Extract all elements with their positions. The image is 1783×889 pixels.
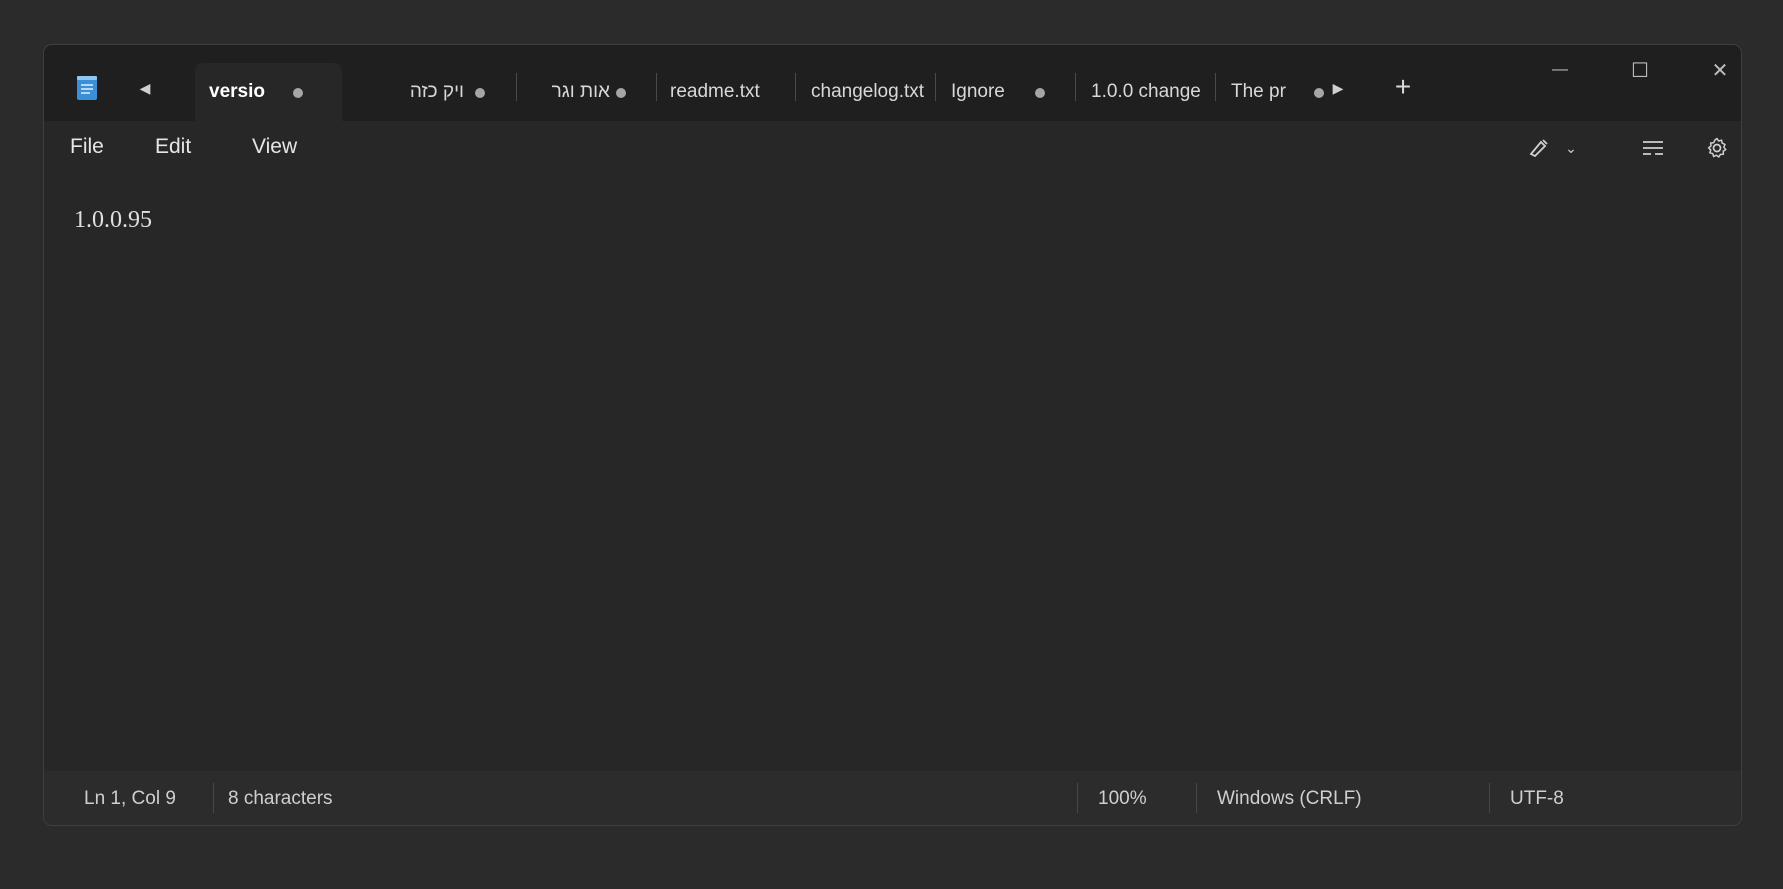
tab-1-0-0-change[interactable]: 1.0.0 change xyxy=(1077,63,1213,123)
tab-label: changelog.txt xyxy=(811,81,925,102)
close-button[interactable]: ✕ xyxy=(1700,55,1740,85)
tab-changelog[interactable]: changelog.txt xyxy=(797,63,933,123)
zoom-level[interactable]: 100% xyxy=(1098,788,1147,810)
encoding[interactable]: UTF-8 xyxy=(1510,788,1564,810)
menu-edit[interactable]: Edit xyxy=(155,135,191,159)
title-bar: ◀ versio ויק כזה אות וגר readme.txt chan… xyxy=(44,45,1741,123)
tab-versio[interactable]: versio xyxy=(195,63,342,123)
notepad-icon xyxy=(76,75,98,101)
tab-unsaved-dot[interactable] xyxy=(475,88,485,98)
tab-separator xyxy=(935,73,936,101)
tab-separator xyxy=(1075,73,1076,101)
tab-label: אות וגר xyxy=(551,81,610,102)
format-icon[interactable] xyxy=(1636,131,1670,165)
cursor-position[interactable]: Ln 1, Col 9 xyxy=(84,788,176,810)
menu-file[interactable]: File xyxy=(70,135,104,159)
tab-readme[interactable]: readme.txt xyxy=(658,63,794,123)
tab-separator xyxy=(516,73,517,101)
chevron-down-icon[interactable]: ⌄ xyxy=(1554,131,1588,165)
maximize-button[interactable]: ☐ xyxy=(1620,55,1660,85)
new-tab-button[interactable]: + xyxy=(1387,71,1419,103)
menu-bar: File Edit View ⌄ xyxy=(44,121,1741,175)
tab-unsaved-dot[interactable] xyxy=(616,88,626,98)
tab-label: readme.txt xyxy=(670,81,760,102)
status-separator xyxy=(1196,783,1197,813)
character-count: 8 characters xyxy=(228,788,333,809)
status-bar: Ln 1, Col 9 8 characters 100% Windows (C… xyxy=(44,771,1741,825)
tab-separator xyxy=(795,73,796,101)
menu-view[interactable]: View xyxy=(252,135,297,159)
status-separator xyxy=(1077,783,1078,813)
status-separator xyxy=(213,783,214,813)
status-separator xyxy=(1489,783,1490,813)
tab-unsaved-dot[interactable] xyxy=(1035,88,1045,98)
tab-ignore[interactable]: Ignore xyxy=(937,63,1073,123)
tab-3[interactable]: אות וגר xyxy=(518,63,656,123)
tab-unsaved-dot[interactable] xyxy=(293,88,303,98)
scroll-tabs-left-button[interactable]: ◀ xyxy=(132,75,158,101)
text-editor[interactable]: 1.0.0.95 xyxy=(44,175,1741,771)
scroll-tabs-right-button[interactable]: ▶ xyxy=(1313,75,1344,101)
tab-label: versio xyxy=(209,81,265,102)
tab-2[interactable]: ויק כזה xyxy=(342,63,485,123)
tab-separator xyxy=(1215,73,1216,101)
tab-label: The pr xyxy=(1231,81,1286,102)
tab-label: 1.0.0 change xyxy=(1091,81,1201,102)
tab-label: ויק כזה xyxy=(409,81,464,102)
notepad-window: ◀ versio ויק כזה אות וגר readme.txt chan… xyxy=(43,44,1742,826)
editor-content[interactable]: 1.0.0.95 xyxy=(74,207,152,234)
copilot-icon[interactable] xyxy=(1522,131,1556,165)
tab-label: Ignore xyxy=(951,81,1005,102)
line-ending[interactable]: Windows (CRLF) xyxy=(1217,788,1362,810)
minimize-button[interactable]: — xyxy=(1540,55,1580,85)
gear-icon[interactable] xyxy=(1700,131,1734,165)
tab-separator xyxy=(656,73,657,101)
